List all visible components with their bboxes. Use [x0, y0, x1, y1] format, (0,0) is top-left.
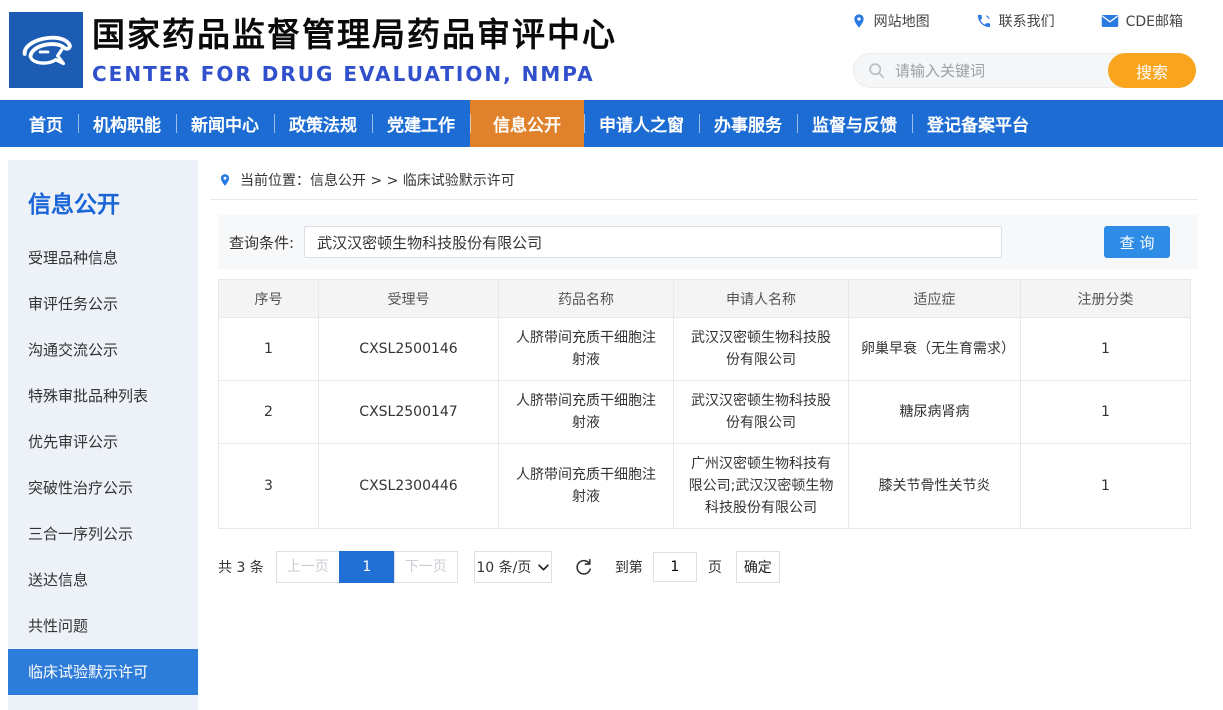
prev-page-button[interactable]: 上一页: [276, 551, 340, 583]
cell-seq: 2: [219, 381, 319, 444]
site-header: 国家药品监督管理局药品审评中心 CENTER FOR DRUG EVALUATI…: [0, 0, 1223, 100]
query-condition-label: 查询条件:: [229, 232, 294, 253]
sidebar: 信息公开 受理品种信息 审评任务公示 沟通交流公示 特殊审批品种列表 优先审评公…: [8, 160, 198, 710]
nav-item-supervision-feedback[interactable]: 监督与反馈: [797, 100, 912, 147]
sidebar-item-special-approval[interactable]: 特殊审批品种列表: [8, 373, 198, 419]
cell-acceptance-no: CXSL2500147: [319, 381, 499, 444]
nav-item-policies[interactable]: 政策法规: [274, 100, 372, 147]
col-header-indication: 适应症: [849, 280, 1021, 318]
cell-indication: 膝关节骨性关节炎: [849, 444, 1021, 529]
cell-drug-name: 人脐带间充质干细胞注射液: [499, 381, 674, 444]
cell-reg-class: 1: [1021, 318, 1191, 381]
nav-item-registration-platform[interactable]: 登记备案平台: [912, 100, 1044, 147]
cell-seq: 1: [219, 318, 319, 381]
col-header-drug-name: 药品名称: [499, 280, 674, 318]
cell-drug-name: 人脐带间充质干细胞注射液: [499, 444, 674, 529]
goto-confirm-button[interactable]: 确定: [736, 551, 780, 583]
cde-logo-swirl-icon: [15, 19, 77, 81]
cell-indication: 糖尿病肾病: [849, 381, 1021, 444]
next-page-button[interactable]: 下一页: [394, 551, 458, 583]
site-subtitle: CENTER FOR DRUG EVALUATION, NMPA: [92, 62, 617, 86]
cell-reg-class: 1: [1021, 381, 1191, 444]
current-page-button[interactable]: 1: [339, 551, 395, 583]
breadcrumb-text: 当前位置：信息公开 > > 临床试验默示许可: [240, 170, 515, 190]
breadcrumb-pin-icon: [218, 172, 232, 188]
nav-item-info-disclosure[interactable]: 信息公开: [470, 100, 584, 147]
sitemap-label: 网站地图: [874, 11, 930, 31]
pagination: 共 3 条 上一页 1 下一页 10 条/页 到第 页 确定: [218, 551, 1200, 583]
query-bar: 查询条件: 查 询: [218, 215, 1198, 269]
nav-item-applicant-window[interactable]: 申请人之窗: [584, 100, 699, 147]
goto-page-unit: 页: [708, 557, 722, 577]
main-content: 当前位置：信息公开 > > 临床试验默示许可 查询条件: 查 询 序号 受理号 …: [210, 160, 1200, 583]
cell-drug-name: 人脐带间充质干细胞注射液: [499, 318, 674, 381]
cell-reg-class: 1: [1021, 444, 1191, 529]
goto-page-input[interactable]: [653, 552, 697, 582]
cell-indication: 卵巢早衰（无生育需求）: [849, 318, 1021, 381]
main-nav: 首页 机构职能 新闻中心 政策法规 党建工作 信息公开 申请人之窗 办事服务 监…: [0, 100, 1223, 147]
pager-group: 上一页 1 下一页: [276, 551, 458, 583]
col-header-acceptance-no: 受理号: [319, 280, 499, 318]
query-submit-button[interactable]: 查 询: [1104, 226, 1170, 258]
results-table: 序号 受理号 药品名称 申请人名称 适应症 注册分类 1 CXSL2500146…: [218, 279, 1191, 529]
chevron-down-icon: [538, 564, 549, 571]
table-header-row: 序号 受理号 药品名称 申请人名称 适应症 注册分类: [219, 280, 1191, 318]
nav-item-home[interactable]: 首页: [14, 100, 78, 147]
search-icon: [868, 62, 885, 79]
cell-seq: 3: [219, 444, 319, 529]
sitemap-link[interactable]: 网站地图: [851, 11, 930, 31]
cde-logo: [9, 12, 83, 88]
query-condition-input[interactable]: [304, 226, 1002, 258]
mailbox-label: CDE邮箱: [1126, 11, 1183, 31]
mail-icon: [1101, 14, 1119, 28]
mailbox-link[interactable]: CDE邮箱: [1101, 11, 1183, 31]
goto-page-label: 到第: [615, 557, 643, 577]
page-size-value: 10 条/页: [476, 557, 531, 577]
cell-acceptance-no: CXSL2300446: [319, 444, 499, 529]
cell-applicant: 广州汉密顿生物科技有限公司;武汉汉密顿生物科技股份有限公司: [674, 444, 849, 529]
cell-applicant: 武汉汉密顿生物科技股份有限公司: [674, 381, 849, 444]
breadcrumb: 当前位置：信息公开 > > 临床试验默示许可: [210, 160, 1198, 200]
sidebar-item-communication[interactable]: 沟通交流公示: [8, 327, 198, 373]
nav-item-org-functions[interactable]: 机构职能: [78, 100, 176, 147]
contact-link[interactable]: 联系我们: [976, 11, 1055, 31]
site-search-input[interactable]: [885, 62, 1108, 80]
table-row: 3 CXSL2300446 人脐带间充质干细胞注射液 广州汉密顿生物科技有限公司…: [219, 444, 1191, 529]
col-header-seq: 序号: [219, 280, 319, 318]
phone-icon: [976, 13, 992, 29]
table-row: 2 CXSL2500147 人脐带间充质干细胞注射液 武汉汉密顿生物科技股份有限…: [219, 381, 1191, 444]
nav-item-services[interactable]: 办事服务: [699, 100, 797, 147]
page-size-select[interactable]: 10 条/页: [474, 551, 552, 583]
sidebar-item-accepted-varieties[interactable]: 受理品种信息: [8, 235, 198, 281]
col-header-reg-class: 注册分类: [1021, 280, 1191, 318]
sidebar-item-breakthrough-therapy[interactable]: 突破性治疗公示: [8, 465, 198, 511]
refresh-icon[interactable]: [574, 558, 593, 577]
sidebar-item-priority-review[interactable]: 优先审评公示: [8, 419, 198, 465]
cell-acceptance-no: CXSL2500146: [319, 318, 499, 381]
sidebar-item-common-issues[interactable]: 共性问题: [8, 603, 198, 649]
sidebar-title: 信息公开: [8, 160, 198, 235]
sidebar-item-delivery-info[interactable]: 送达信息: [8, 557, 198, 603]
cell-applicant: 武汉汉密顿生物科技股份有限公司: [674, 318, 849, 381]
site-search-button[interactable]: 搜索: [1108, 53, 1196, 88]
map-pin-icon: [851, 13, 867, 29]
col-header-applicant: 申请人名称: [674, 280, 849, 318]
sidebar-item-three-in-one[interactable]: 三合一序列公示: [8, 511, 198, 557]
sidebar-item-review-tasks[interactable]: 审评任务公示: [8, 281, 198, 327]
nav-item-news-center[interactable]: 新闻中心: [176, 100, 274, 147]
site-search-bar: 搜索: [853, 53, 1196, 88]
total-count-label: 共 3 条: [218, 557, 264, 577]
sidebar-item-clinical-trial-implied-license[interactable]: 临床试验默示许可: [8, 649, 198, 695]
table-row: 1 CXSL2500146 人脐带间充质干细胞注射液 武汉汉密顿生物科技股份有限…: [219, 318, 1191, 381]
nav-item-party-building[interactable]: 党建工作: [372, 100, 470, 147]
contact-label: 联系我们: [999, 11, 1055, 31]
brand-block: 国家药品监督管理局药品审评中心 CENTER FOR DRUG EVALUATI…: [92, 8, 617, 86]
site-title: 国家药品监督管理局药品审评中心: [92, 8, 617, 56]
header-quick-links: 网站地图 联系我们 CDE邮箱: [851, 11, 1183, 31]
